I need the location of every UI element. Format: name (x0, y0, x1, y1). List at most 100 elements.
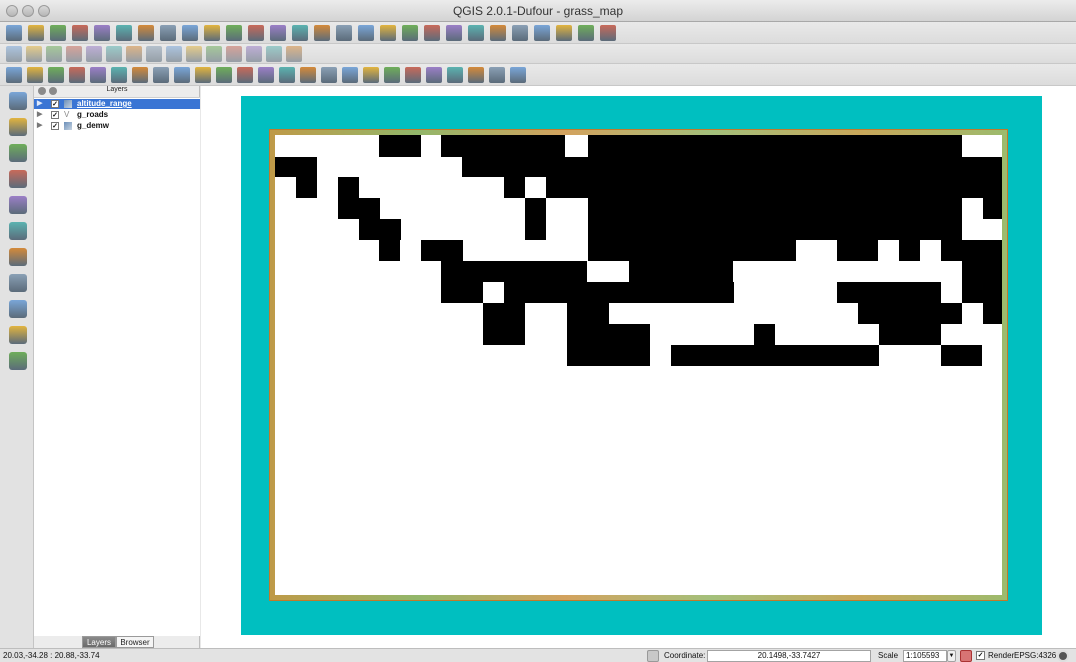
help-icon[interactable] (578, 25, 594, 41)
offset-curve-icon[interactable] (216, 67, 232, 83)
crs-label[interactable]: EPSG:4326 (1014, 651, 1056, 660)
select-icon[interactable] (380, 25, 396, 41)
label-change-icon[interactable] (286, 46, 302, 62)
label-show-icon[interactable] (226, 46, 242, 62)
layer-visibility-checkbox[interactable]: ✓ (51, 100, 59, 108)
grass-close-icon[interactable] (384, 67, 400, 83)
add-raster-layer-icon[interactable] (9, 118, 27, 136)
stop-render-icon[interactable] (960, 650, 972, 662)
identify-icon[interactable] (358, 25, 374, 41)
cut-features-icon[interactable] (146, 46, 162, 62)
add-part-icon[interactable] (111, 67, 127, 83)
scale-dropdown-icon[interactable]: ▼ (947, 650, 956, 662)
zoom-to-layer-icon[interactable] (248, 25, 264, 41)
grass-open-icon[interactable] (363, 67, 379, 83)
split-parts-icon[interactable] (258, 67, 274, 83)
zoom-next-icon[interactable] (314, 25, 330, 41)
layer-visibility-checkbox[interactable]: ✓ (51, 122, 59, 130)
add-wms-layer-icon[interactable] (9, 222, 27, 240)
coordinate-field[interactable]: 20.1498,-33.7427 (707, 650, 871, 662)
zoom-in-icon[interactable] (182, 25, 198, 41)
save-edits-icon[interactable] (46, 46, 62, 62)
measure-icon[interactable] (468, 25, 484, 41)
toggle-editing-icon[interactable] (26, 46, 42, 62)
tab-browser[interactable]: Browser (116, 636, 154, 648)
attribute-table-icon[interactable] (424, 25, 440, 41)
bookmark-icon[interactable] (512, 25, 528, 41)
tab-layers[interactable]: Layers (82, 636, 116, 648)
composer-manager-icon[interactable] (116, 25, 132, 41)
pan-to-selection-icon[interactable] (160, 25, 176, 41)
refresh-icon[interactable] (336, 25, 352, 41)
render-checkbox[interactable]: ✓ (976, 651, 985, 660)
split-features-icon[interactable] (237, 67, 253, 83)
crs-status-icon[interactable] (1057, 650, 1069, 662)
grass-display-icon[interactable] (510, 67, 526, 83)
fill-ring-icon[interactable] (132, 67, 148, 83)
zoom-to-selection-icon[interactable] (270, 25, 286, 41)
rotate-point-symbols-icon[interactable] (321, 67, 337, 83)
grass-region-icon[interactable] (468, 67, 484, 83)
add-postgis-layer-icon[interactable] (9, 144, 27, 162)
zoom-last-icon[interactable] (292, 25, 308, 41)
rotate-feature-icon[interactable] (48, 67, 64, 83)
grass-tools-icon[interactable] (447, 67, 463, 83)
pan-icon[interactable] (138, 25, 154, 41)
remove-layer-icon[interactable] (9, 352, 27, 370)
undo-icon[interactable] (6, 67, 22, 83)
add-vector-layer-icon[interactable] (9, 92, 27, 110)
merge-features-icon[interactable] (279, 67, 295, 83)
label-pin-icon[interactable] (206, 46, 222, 62)
grass-mapset-icon[interactable] (342, 67, 358, 83)
expand-arrow-icon[interactable]: ▶ (37, 121, 42, 129)
delete-ring-icon[interactable] (153, 67, 169, 83)
field-calculator-icon[interactable] (446, 25, 462, 41)
label-move-icon[interactable] (246, 46, 262, 62)
add-ring-icon[interactable] (90, 67, 106, 83)
add-feature-icon[interactable] (66, 46, 82, 62)
node-tool-icon[interactable] (106, 46, 122, 62)
grass-edit-icon[interactable] (426, 67, 442, 83)
whats-this-icon[interactable] (600, 25, 616, 41)
layer-tree[interactable]: ▶ ✓ altitude_range ▶ ✓ V g_roads ▶ ✓ g_d… (34, 97, 200, 636)
label-rotate-icon[interactable] (266, 46, 282, 62)
grass-new-vector-icon[interactable] (405, 67, 421, 83)
layer-visibility-checkbox[interactable]: ✓ (51, 111, 59, 119)
zoom-out-icon[interactable] (204, 25, 220, 41)
layer-row-altitude-range[interactable]: ▶ ✓ altitude_range (34, 99, 200, 109)
grass-edit-region-icon[interactable] (489, 67, 505, 83)
layer-row-g-roads[interactable]: ▶ ✓ V g_roads (34, 110, 200, 120)
text-annotation-icon[interactable] (534, 25, 550, 41)
delete-selected-icon[interactable] (126, 46, 142, 62)
new-shapefile-icon[interactable] (9, 326, 27, 344)
deselect-icon[interactable] (402, 25, 418, 41)
copy-features-icon[interactable] (166, 46, 182, 62)
save-as-icon[interactable] (72, 25, 88, 41)
add-mssql-layer-icon[interactable] (9, 196, 27, 214)
new-print-composer-icon[interactable] (94, 25, 110, 41)
open-project-icon[interactable] (28, 25, 44, 41)
map-tips-icon[interactable] (490, 25, 506, 41)
move-feature-icon[interactable] (86, 46, 102, 62)
zoom-full-icon[interactable] (226, 25, 242, 41)
new-project-icon[interactable] (6, 25, 22, 41)
delete-part-icon[interactable] (174, 67, 190, 83)
simplify-feature-icon[interactable] (69, 67, 85, 83)
save-project-icon[interactable] (50, 25, 66, 41)
redo-icon[interactable] (27, 67, 43, 83)
add-wcs-layer-icon[interactable] (9, 248, 27, 266)
merge-attributes-icon[interactable] (300, 67, 316, 83)
coordinate-toggle-icon[interactable] (647, 650, 659, 662)
expand-arrow-icon[interactable]: ▶ (37, 99, 42, 107)
add-delimited-text-icon[interactable] (9, 300, 27, 318)
add-spatialite-layer-icon[interactable] (9, 170, 27, 188)
scale-field[interactable]: 1:105593 (903, 650, 947, 662)
add-wfs-layer-icon[interactable] (9, 274, 27, 292)
current-edits-icon[interactable] (6, 46, 22, 62)
paste-features-icon[interactable] (186, 46, 202, 62)
label-icon[interactable] (556, 25, 572, 41)
layer-row-g-demw[interactable]: ▶ ✓ g_demw (34, 121, 200, 131)
map-canvas[interactable] (201, 86, 1076, 648)
reshape-icon[interactable] (195, 67, 211, 83)
expand-arrow-icon[interactable]: ▶ (37, 110, 42, 118)
